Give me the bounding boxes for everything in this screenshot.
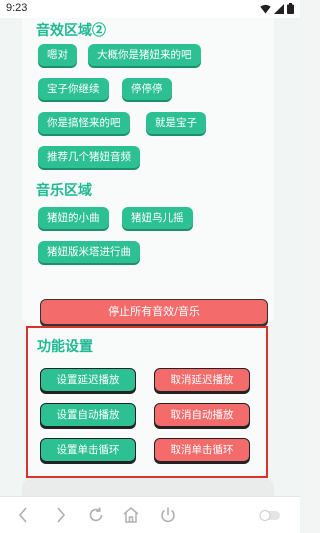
cancel-auto-play-button[interactable]: 取消自动播放 [154,403,250,427]
refresh-button[interactable] [86,505,106,525]
power-button[interactable] [158,505,178,525]
forward-icon [57,507,66,523]
cancel-delay-play-button[interactable]: 取消延迟播放 [154,368,250,392]
music-chip[interactable]: 猪妞的小曲 [38,207,109,229]
next-card-partial [22,478,274,496]
app-content[interactable]: 音效区域② 嗯对 大概你是猪妞来的吧 宝子你继续 停停停 你是搞怪来的吧 就是宝… [0,18,300,496]
signal-icon [274,3,284,14]
wifi-icon [260,4,271,13]
audio-card: 音效区域② 嗯对 大概你是猪妞来的吧 宝子你继续 停停停 你是搞怪来的吧 就是宝… [22,18,274,325]
status-time: 9:23 [6,2,28,14]
status-bar: 9:23 [0,0,300,18]
sound-chip[interactable]: 你是搞怪来的吧 [38,112,130,134]
back-icon [18,507,27,523]
refresh-icon [89,507,103,522]
toggle-icon [259,510,280,521]
set-auto-play-button[interactable]: 设置自动播放 [40,403,136,427]
section-title-sound: 音效区域② [36,22,106,38]
power-icon [161,507,175,523]
function-settings-panel: 功能设置 设置延迟播放 取消延迟播放 设置自动播放 取消自动播放 设置单击循环 … [26,326,268,478]
set-delay-play-button[interactable]: 设置延迟播放 [40,368,136,392]
section-title-function: 功能设置 [37,338,93,354]
sound-chip[interactable]: 宝子你继续 [38,78,109,100]
stop-all-button[interactable]: 停止所有音效/音乐 [40,299,268,325]
home-icon [123,507,139,523]
section-title-music: 音乐区域 [36,182,92,198]
browser-bottom-bar [0,496,300,533]
sound-chip[interactable]: 嗯对 [38,44,77,66]
sound-chip[interactable]: 停停停 [122,78,172,100]
status-icons [260,3,294,14]
set-click-loop-button[interactable]: 设置单击循环 [40,438,136,462]
home-button[interactable] [121,505,141,525]
music-chip[interactable]: 猪妞鸟儿摇 [122,207,193,229]
sound-chip[interactable]: 就是宝子 [146,112,206,134]
battery-icon [287,3,294,14]
back-button[interactable] [14,505,34,525]
forward-button[interactable] [50,505,70,525]
music-chip[interactable]: 猪妞版米塔进行曲 [38,241,140,263]
sound-chip[interactable]: 推荐几个猪妞音频 [38,146,140,168]
sound-chip[interactable]: 大概你是猪妞来的吧 [88,44,201,66]
toggle-switch[interactable] [258,505,282,525]
cancel-click-loop-button[interactable]: 取消单击循环 [154,438,250,462]
